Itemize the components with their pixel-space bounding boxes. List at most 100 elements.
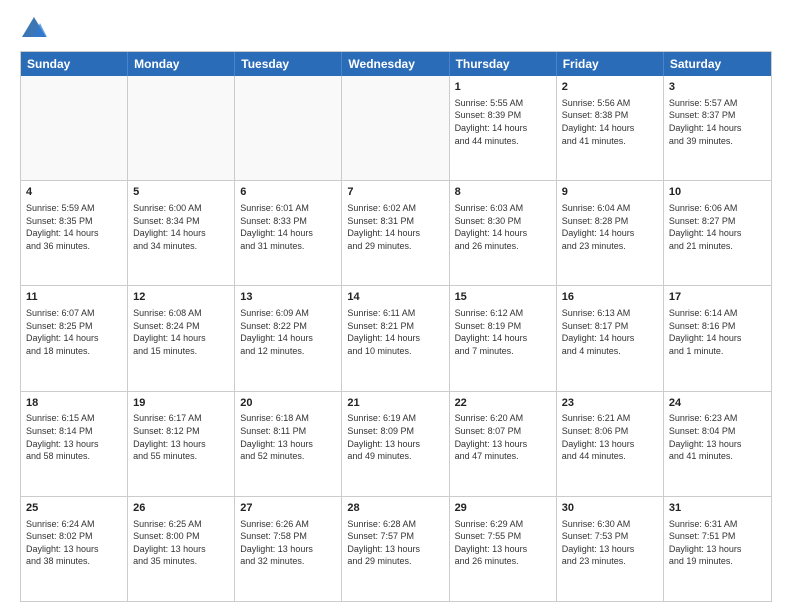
day-number: 18 xyxy=(26,396,122,411)
cell-info: Sunrise: 6:29 AM Sunset: 7:55 PM Dayligh… xyxy=(455,518,551,568)
cell-info: Sunrise: 6:00 AM Sunset: 8:34 PM Dayligh… xyxy=(133,202,229,252)
calendar-cell-9: 9 Sunrise: 6:04 AM Sunset: 8:28 PM Daylig… xyxy=(557,181,664,285)
calendar-cell-empty-0-2 xyxy=(235,76,342,180)
calendar-cell-11: 11 Sunrise: 6:07 AM Sunset: 8:25 PM Dayli… xyxy=(21,286,128,390)
day-number: 16 xyxy=(562,290,658,305)
day-number: 9 xyxy=(562,185,658,200)
calendar-cell-empty-0-0 xyxy=(21,76,128,180)
day-number: 17 xyxy=(669,290,766,305)
calendar-row-4: 25 Sunrise: 6:24 AM Sunset: 8:02 PM Dayli… xyxy=(21,496,771,601)
cell-info: Sunrise: 6:23 AM Sunset: 8:04 PM Dayligh… xyxy=(669,412,766,462)
cell-info: Sunrise: 6:13 AM Sunset: 8:17 PM Dayligh… xyxy=(562,307,658,357)
day-number: 19 xyxy=(133,396,229,411)
header-day-monday: Monday xyxy=(128,52,235,76)
cell-info: Sunrise: 6:17 AM Sunset: 8:12 PM Dayligh… xyxy=(133,412,229,462)
header-day-friday: Friday xyxy=(557,52,664,76)
calendar-row-0: 1Sunrise: 5:55 AM Sunset: 8:39 PM Daylig… xyxy=(21,76,771,180)
calendar-cell-17: 17Sunrise: 6:14 AM Sunset: 8:16 PM Dayli… xyxy=(664,286,771,390)
calendar-cell-15: 15Sunrise: 6:12 AM Sunset: 8:19 PM Dayli… xyxy=(450,286,557,390)
cell-info: Sunrise: 6:07 AM Sunset: 8:25 PM Dayligh… xyxy=(26,307,122,357)
logo xyxy=(20,15,52,43)
day-number: 26 xyxy=(133,501,229,516)
day-number: 23 xyxy=(562,396,658,411)
calendar-cell-1: 1Sunrise: 5:55 AM Sunset: 8:39 PM Daylig… xyxy=(450,76,557,180)
day-number: 3 xyxy=(669,80,766,95)
cell-info: Sunrise: 6:31 AM Sunset: 7:51 PM Dayligh… xyxy=(669,518,766,568)
calendar: SundayMondayTuesdayWednesdayThursdayFrid… xyxy=(20,51,772,602)
day-number: 24 xyxy=(669,396,766,411)
header-day-sunday: Sunday xyxy=(21,52,128,76)
calendar-cell-7: 7Sunrise: 6:02 AM Sunset: 8:31 PM Daylig… xyxy=(342,181,449,285)
calendar-cell-28: 28 Sunrise: 6:28 AM Sunset: 7:57 PM Dayli… xyxy=(342,497,449,601)
cell-info: Sunrise: 6:18 AM Sunset: 8:11 PM Dayligh… xyxy=(240,412,336,462)
calendar-cell-29: 29 Sunrise: 6:29 AM Sunset: 7:55 PM Dayli… xyxy=(450,497,557,601)
day-number: 4 xyxy=(26,185,122,200)
calendar-cell-30: 30Sunrise: 6:30 AM Sunset: 7:53 PM Dayli… xyxy=(557,497,664,601)
cell-info: Sunrise: 6:25 AM Sunset: 8:00 PM Dayligh… xyxy=(133,518,229,568)
cell-info: Sunrise: 6:06 AM Sunset: 8:27 PM Dayligh… xyxy=(669,202,766,252)
day-number: 21 xyxy=(347,396,443,411)
day-number: 31 xyxy=(669,501,766,516)
header-day-tuesday: Tuesday xyxy=(235,52,342,76)
calendar-cell-22: 22Sunrise: 6:20 AM Sunset: 8:07 PM Dayli… xyxy=(450,392,557,496)
calendar-row-1: 4 Sunrise: 5:59 AM Sunset: 8:35 PM Daylig… xyxy=(21,180,771,285)
cell-info: Sunrise: 6:02 AM Sunset: 8:31 PM Dayligh… xyxy=(347,202,443,252)
cell-info: Sunrise: 6:21 AM Sunset: 8:06 PM Dayligh… xyxy=(562,412,658,462)
calendar-cell-26: 26 Sunrise: 6:25 AM Sunset: 8:00 PM Dayli… xyxy=(128,497,235,601)
day-number: 1 xyxy=(455,80,551,95)
header-day-thursday: Thursday xyxy=(450,52,557,76)
day-number: 8 xyxy=(455,185,551,200)
day-number: 2 xyxy=(562,80,658,95)
cell-info: Sunrise: 6:19 AM Sunset: 8:09 PM Dayligh… xyxy=(347,412,443,462)
cell-info: Sunrise: 6:08 AM Sunset: 8:24 PM Dayligh… xyxy=(133,307,229,357)
day-number: 22 xyxy=(455,396,551,411)
cell-info: Sunrise: 6:20 AM Sunset: 8:07 PM Dayligh… xyxy=(455,412,551,462)
calendar-cell-31: 31 Sunrise: 6:31 AM Sunset: 7:51 PM Dayli… xyxy=(664,497,771,601)
cell-info: Sunrise: 6:24 AM Sunset: 8:02 PM Dayligh… xyxy=(26,518,122,568)
calendar-cell-empty-0-1 xyxy=(128,76,235,180)
day-number: 12 xyxy=(133,290,229,305)
calendar-row-2: 11 Sunrise: 6:07 AM Sunset: 8:25 PM Dayli… xyxy=(21,285,771,390)
day-number: 29 xyxy=(455,501,551,516)
calendar-cell-6: 6 Sunrise: 6:01 AM Sunset: 8:33 PM Daylig… xyxy=(235,181,342,285)
calendar-cell-14: 14Sunrise: 6:11 AM Sunset: 8:21 PM Dayli… xyxy=(342,286,449,390)
calendar-body: 1Sunrise: 5:55 AM Sunset: 8:39 PM Daylig… xyxy=(21,76,771,601)
calendar-cell-20: 20Sunrise: 6:18 AM Sunset: 8:11 PM Dayli… xyxy=(235,392,342,496)
calendar-cell-18: 18Sunrise: 6:15 AM Sunset: 8:14 PM Dayli… xyxy=(21,392,128,496)
day-number: 28 xyxy=(347,501,443,516)
day-number: 15 xyxy=(455,290,551,305)
day-number: 20 xyxy=(240,396,336,411)
logo-icon xyxy=(20,15,48,43)
header-day-saturday: Saturday xyxy=(664,52,771,76)
calendar-cell-24: 24Sunrise: 6:23 AM Sunset: 8:04 PM Dayli… xyxy=(664,392,771,496)
day-number: 25 xyxy=(26,501,122,516)
cell-info: Sunrise: 6:28 AM Sunset: 7:57 PM Dayligh… xyxy=(347,518,443,568)
cell-info: Sunrise: 6:01 AM Sunset: 8:33 PM Dayligh… xyxy=(240,202,336,252)
cell-info: Sunrise: 6:15 AM Sunset: 8:14 PM Dayligh… xyxy=(26,412,122,462)
day-number: 6 xyxy=(240,185,336,200)
calendar-cell-16: 16 Sunrise: 6:13 AM Sunset: 8:17 PM Dayli… xyxy=(557,286,664,390)
cell-info: Sunrise: 5:57 AM Sunset: 8:37 PM Dayligh… xyxy=(669,97,766,147)
day-number: 13 xyxy=(240,290,336,305)
cell-info: Sunrise: 6:04 AM Sunset: 8:28 PM Dayligh… xyxy=(562,202,658,252)
calendar-cell-empty-0-3 xyxy=(342,76,449,180)
day-number: 10 xyxy=(669,185,766,200)
calendar-row-3: 18Sunrise: 6:15 AM Sunset: 8:14 PM Dayli… xyxy=(21,391,771,496)
page: SundayMondayTuesdayWednesdayThursdayFrid… xyxy=(0,0,792,612)
cell-info: Sunrise: 6:30 AM Sunset: 7:53 PM Dayligh… xyxy=(562,518,658,568)
day-number: 14 xyxy=(347,290,443,305)
calendar-cell-4: 4 Sunrise: 5:59 AM Sunset: 8:35 PM Daylig… xyxy=(21,181,128,285)
cell-info: Sunrise: 5:56 AM Sunset: 8:38 PM Dayligh… xyxy=(562,97,658,147)
calendar-cell-8: 8 Sunrise: 6:03 AM Sunset: 8:30 PM Daylig… xyxy=(450,181,557,285)
cell-info: Sunrise: 6:09 AM Sunset: 8:22 PM Dayligh… xyxy=(240,307,336,357)
cell-info: Sunrise: 5:59 AM Sunset: 8:35 PM Dayligh… xyxy=(26,202,122,252)
calendar-cell-3: 3 Sunrise: 5:57 AM Sunset: 8:37 PM Daylig… xyxy=(664,76,771,180)
calendar-header: SundayMondayTuesdayWednesdayThursdayFrid… xyxy=(21,52,771,76)
header xyxy=(20,15,772,43)
day-number: 27 xyxy=(240,501,336,516)
calendar-cell-13: 13 Sunrise: 6:09 AM Sunset: 8:22 PM Dayli… xyxy=(235,286,342,390)
cell-info: Sunrise: 6:03 AM Sunset: 8:30 PM Dayligh… xyxy=(455,202,551,252)
day-number: 11 xyxy=(26,290,122,305)
calendar-cell-19: 19Sunrise: 6:17 AM Sunset: 8:12 PM Dayli… xyxy=(128,392,235,496)
calendar-cell-23: 23Sunrise: 6:21 AM Sunset: 8:06 PM Dayli… xyxy=(557,392,664,496)
